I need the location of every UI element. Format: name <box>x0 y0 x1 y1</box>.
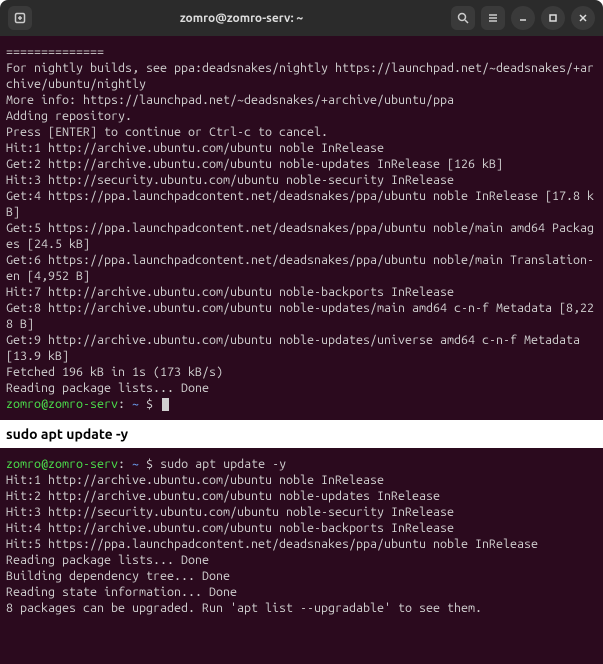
prompt-path: ~ <box>125 397 139 411</box>
new-tab-button[interactable] <box>8 6 32 30</box>
terminal-line: Reading state information... Done <box>6 584 597 600</box>
terminal-line: Hit:3 http://security.ubuntu.com/ubuntu … <box>6 172 597 188</box>
prompt-user: zomro@zomro-serv <box>6 397 118 411</box>
terminal-line: Hit:1 http://archive.ubuntu.com/ubuntu n… <box>6 140 597 156</box>
maximize-button[interactable] <box>541 6 565 30</box>
terminal-line: Press [ENTER] to continue or Ctrl-c to c… <box>6 124 597 140</box>
terminal-line: Hit:1 http://archive.ubuntu.com/ubuntu n… <box>6 472 597 488</box>
terminal-line: More info: https://launchpad.net/~deadsn… <box>6 92 597 108</box>
terminal-line: Get:8 http://archive.ubuntu.com/ubuntu n… <box>6 300 597 332</box>
section-heading: sudo apt update -y <box>0 420 603 448</box>
terminal-line: Adding repository. <box>6 108 597 124</box>
terminal-line: Hit:5 https://ppa.launchpadcontent.net/d… <box>6 536 597 552</box>
terminal-line: Building dependency tree... Done <box>6 568 597 584</box>
terminal-line: Get:4 https://ppa.launchpadcontent.net/d… <box>6 188 597 220</box>
command-text: sudo apt update -y <box>160 457 286 471</box>
terminal-line: Hit:3 http://security.ubuntu.com/ubuntu … <box>6 504 597 520</box>
terminal-line: For nightly builds, see ppa:deadsnakes/n… <box>6 60 597 92</box>
menu-button[interactable] <box>481 6 505 30</box>
terminal-output-2[interactable]: zomro@zomro-serv: ~ $ sudo apt update -y… <box>0 448 603 664</box>
prompt-line[interactable]: zomro@zomro-serv: ~ $ <box>6 396 597 412</box>
terminal-line: Reading package lists... Done <box>6 380 597 396</box>
terminal-line: 8 packages can be upgraded. Run 'apt lis… <box>6 600 597 616</box>
prompt-line: zomro@zomro-serv: ~ $ sudo apt update -y <box>6 456 597 472</box>
terminal-line: Hit:2 http://archive.ubuntu.com/ubuntu n… <box>6 488 597 504</box>
prompt-user: zomro@zomro-serv <box>6 457 118 471</box>
prompt-path: ~ <box>125 457 139 471</box>
terminal-line: Reading package lists... Done <box>6 552 597 568</box>
terminal-window: zomro@zomro-serv: ~ ==============For ni… <box>0 0 603 664</box>
terminal-line: ============== <box>6 44 597 60</box>
cursor <box>162 398 169 411</box>
terminal-line: Hit:4 http://archive.ubuntu.com/ubuntu n… <box>6 520 597 536</box>
search-button[interactable] <box>451 6 475 30</box>
close-button[interactable] <box>571 6 595 30</box>
minimize-button[interactable] <box>511 6 535 30</box>
titlebar: zomro@zomro-serv: ~ <box>0 0 603 36</box>
terminal-output-1[interactable]: ==============For nightly builds, see pp… <box>0 36 603 420</box>
terminal-line: Get:5 https://ppa.launchpadcontent.net/d… <box>6 220 597 252</box>
terminal-line: Get:6 https://ppa.launchpadcontent.net/d… <box>6 252 597 284</box>
terminal-line: Hit:7 http://archive.ubuntu.com/ubuntu n… <box>6 284 597 300</box>
terminal-line: Get:9 http://archive.ubuntu.com/ubuntu n… <box>6 332 597 364</box>
terminal-line: Fetched 196 kB in 1s (173 kB/s) <box>6 364 597 380</box>
terminal-line: Get:2 http://archive.ubuntu.com/ubuntu n… <box>6 156 597 172</box>
window-title: zomro@zomro-serv: ~ <box>38 12 445 25</box>
